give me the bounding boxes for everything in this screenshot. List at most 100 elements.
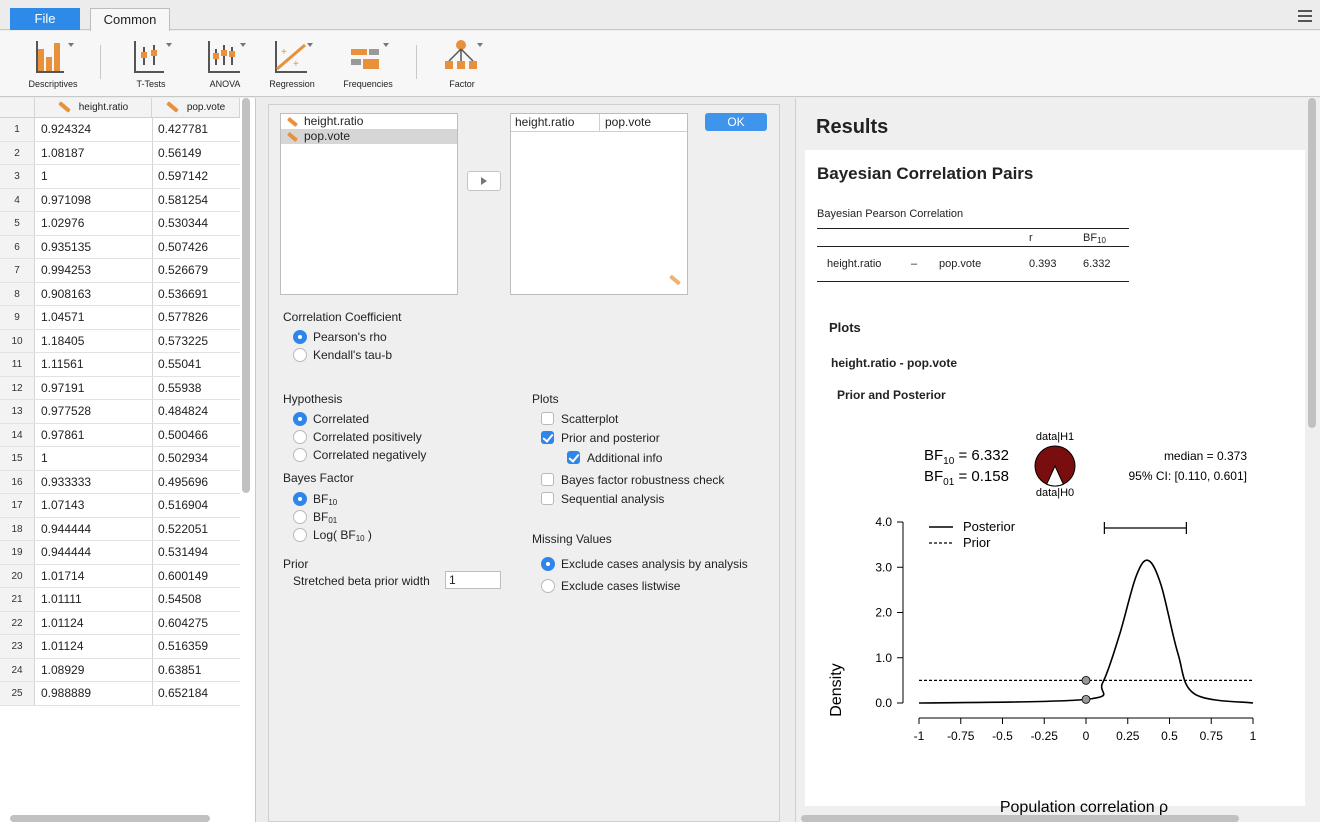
table-row[interactable]: 15 1 0.502934 — [0, 447, 240, 471]
cell-pop-vote[interactable]: 0.600149 — [158, 565, 208, 588]
cell-height-ratio[interactable]: 1.01124 — [41, 635, 84, 658]
table-row[interactable]: 12 0.97191 0.55938 — [0, 376, 240, 400]
table-row[interactable]: 20 1.01714 0.600149 — [0, 564, 240, 588]
cell-pop-vote[interactable]: 0.536691 — [158, 283, 208, 306]
cell-height-ratio[interactable]: 1.02976 — [41, 212, 84, 235]
cell-pop-vote[interactable]: 0.516359 — [158, 635, 208, 658]
cell-pop-vote[interactable]: 0.597142 — [158, 165, 208, 188]
cell-height-ratio[interactable]: 0.971098 — [41, 189, 91, 212]
cell-height-ratio[interactable]: 1.07143 — [41, 494, 84, 517]
source-var-height-ratio[interactable]: height.ratio — [281, 114, 457, 129]
target-var-pop-vote[interactable]: pop.vote — [605, 115, 651, 129]
table-row[interactable]: 8 0.908163 0.536691 — [0, 282, 240, 306]
cell-pop-vote[interactable]: 0.507426 — [158, 236, 208, 259]
table-row[interactable]: 21 1.01111 0.54508 — [0, 588, 240, 612]
cell-pop-vote[interactable]: 0.531494 — [158, 541, 208, 564]
table-row[interactable]: 5 1.02976 0.530344 — [0, 212, 240, 236]
cell-height-ratio[interactable]: 0.935135 — [41, 236, 91, 259]
log-bf10-radio[interactable]: Log( BF10 ) — [293, 527, 372, 543]
cell-pop-vote[interactable]: 0.63851 — [158, 659, 201, 682]
cell-height-ratio[interactable]: 0.977528 — [41, 400, 91, 423]
factor-button[interactable]: Factor — [432, 37, 492, 89]
menu-icon[interactable] — [1298, 10, 1312, 22]
frequencies-button[interactable]: Frequencies — [336, 37, 400, 89]
target-variables-list[interactable]: height.ratio pop.vote — [510, 113, 688, 295]
cell-pop-vote[interactable]: 0.652184 — [158, 682, 208, 705]
cell-height-ratio[interactable]: 1.08929 — [41, 659, 84, 682]
table-row[interactable]: 23 1.01124 0.516359 — [0, 635, 240, 659]
cell-height-ratio[interactable]: 1.08187 — [41, 142, 84, 165]
cell-height-ratio[interactable]: 0.908163 — [41, 283, 91, 306]
tab-file[interactable]: File — [10, 8, 80, 30]
table-row[interactable]: 9 1.04571 0.577826 — [0, 306, 240, 330]
exclude-listwise-radio[interactable]: Exclude cases listwise — [541, 578, 680, 594]
table-row[interactable]: 16 0.933333 0.495696 — [0, 470, 240, 494]
cell-pop-vote[interactable]: 0.484824 — [158, 400, 208, 423]
grid-vertical-scrollbar[interactable] — [242, 98, 250, 493]
cell-height-ratio[interactable]: 0.944444 — [41, 518, 91, 541]
correlated-radio[interactable]: Correlated — [293, 411, 369, 427]
prior-width-input[interactable]: 1 — [445, 571, 501, 589]
cell-pop-vote[interactable]: 0.604275 — [158, 612, 208, 635]
table-row[interactable]: 3 1 0.597142 — [0, 165, 240, 189]
table-row[interactable]: 1 0.924324 0.427781 — [0, 118, 240, 142]
cell-pop-vote[interactable]: 0.581254 — [158, 189, 208, 212]
tab-common[interactable]: Common — [90, 8, 170, 31]
table-row[interactable]: 10 1.18405 0.573225 — [0, 329, 240, 353]
table-row[interactable]: 2 1.08187 0.56149 — [0, 141, 240, 165]
grid-horizontal-scrollbar[interactable] — [10, 815, 210, 822]
table-row[interactable]: 14 0.97861 0.500466 — [0, 423, 240, 447]
prior-posterior-checkbox[interactable]: Prior and posterior — [541, 430, 660, 446]
cell-pop-vote[interactable]: 0.502934 — [158, 447, 208, 470]
table-row[interactable]: 7 0.994253 0.526679 — [0, 259, 240, 283]
cell-pop-vote[interactable]: 0.56149 — [158, 142, 201, 165]
table-row[interactable]: 17 1.07143 0.516904 — [0, 494, 240, 518]
anova-button[interactable]: ANOVA — [192, 37, 258, 89]
table-row[interactable]: 18 0.944444 0.522051 — [0, 517, 240, 541]
source-var-pop-vote[interactable]: pop.vote — [281, 129, 457, 144]
cell-height-ratio[interactable]: 0.988889 — [41, 682, 91, 705]
t-tests-button[interactable]: T-Tests — [118, 37, 184, 89]
cell-height-ratio[interactable]: 0.994253 — [41, 259, 91, 282]
pearson-radio[interactable]: Pearson's rho — [293, 329, 387, 345]
table-row[interactable]: 11 1.11561 0.55041 — [0, 353, 240, 377]
column-header-height-ratio[interactable]: height.ratio — [35, 98, 152, 118]
table-row[interactable]: 22 1.01124 0.604275 — [0, 611, 240, 635]
cell-pop-vote[interactable]: 0.522051 — [158, 518, 208, 541]
regression-button[interactable]: + + Regression — [262, 37, 322, 89]
scatterplot-checkbox[interactable]: Scatterplot — [541, 411, 618, 427]
exclude-analysis-radio[interactable]: Exclude cases analysis by analysis — [541, 556, 748, 572]
correlated-positively-radio[interactable]: Correlated positively — [293, 429, 422, 445]
sequential-checkbox[interactable]: Sequential analysis — [541, 491, 664, 507]
table-row[interactable]: 19 0.944444 0.531494 — [0, 541, 240, 565]
column-header-pop-vote[interactable]: pop.vote — [152, 98, 240, 118]
target-var-height-ratio[interactable]: height.ratio — [515, 115, 574, 129]
cell-pop-vote[interactable]: 0.54508 — [158, 588, 201, 611]
cell-height-ratio[interactable]: 0.97861 — [41, 424, 84, 447]
cell-height-ratio[interactable]: 1.18405 — [41, 330, 84, 353]
cell-pop-vote[interactable]: 0.530344 — [158, 212, 208, 235]
kendall-radio[interactable]: Kendall's tau-b — [293, 347, 392, 363]
cell-height-ratio[interactable]: 1.04571 — [41, 306, 84, 329]
bf01-radio[interactable]: BF01 — [293, 509, 337, 525]
ok-button[interactable]: OK — [705, 113, 767, 131]
cell-pop-vote[interactable]: 0.500466 — [158, 424, 208, 447]
move-variables-button[interactable] — [467, 171, 501, 191]
results-vertical-scrollbar[interactable] — [1308, 98, 1316, 428]
table-row[interactable]: 6 0.935135 0.507426 — [0, 235, 240, 259]
cell-pop-vote[interactable]: 0.495696 — [158, 471, 208, 494]
table-row[interactable]: 24 1.08929 0.63851 — [0, 658, 240, 682]
robustness-checkbox[interactable]: Bayes factor robustness check — [541, 472, 724, 488]
source-variables-list[interactable]: height.ratio pop.vote — [280, 113, 458, 295]
results-horizontal-scrollbar[interactable] — [801, 815, 1239, 822]
cell-height-ratio[interactable]: 1.01124 — [41, 612, 84, 635]
cell-height-ratio[interactable]: 1 — [41, 165, 48, 188]
cell-height-ratio[interactable]: 1.11561 — [41, 353, 84, 376]
cell-pop-vote[interactable]: 0.55938 — [158, 377, 201, 400]
additional-info-checkbox[interactable]: Additional info — [567, 450, 662, 466]
cell-pop-vote[interactable]: 0.427781 — [158, 118, 208, 141]
cell-height-ratio[interactable]: 1 — [41, 447, 48, 470]
table-row[interactable]: 13 0.977528 0.484824 — [0, 400, 240, 424]
cell-pop-vote[interactable]: 0.516904 — [158, 494, 208, 517]
table-row[interactable]: 4 0.971098 0.581254 — [0, 188, 240, 212]
